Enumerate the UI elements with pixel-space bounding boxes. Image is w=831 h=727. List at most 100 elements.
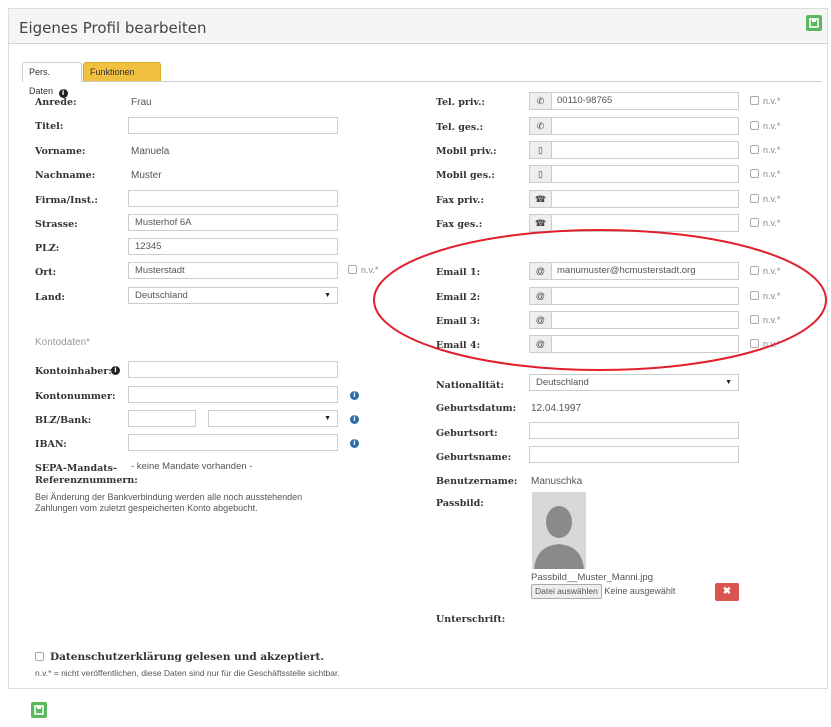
tab-pers-daten[interactable]: Pers. Daten i [22, 62, 82, 98]
tab-funktionen[interactable]: Funktionen [83, 62, 161, 82]
nv-label: n.v.* [763, 194, 781, 204]
privacy-label: Datenschutzerklärung gelesen und akzepti… [50, 651, 324, 663]
fax-priv-value [552, 191, 738, 207]
plz-label: PLZ: [35, 243, 60, 254]
floppy-icon [34, 705, 44, 715]
info-icon[interactable]: i [350, 391, 359, 400]
mobil-ges-label: Mobil ges.: [436, 170, 495, 181]
titel-label: Titel: [35, 121, 64, 132]
mobile-icon: ▯ [530, 142, 552, 158]
blz-label: BLZ/Bank: [35, 415, 92, 426]
phone-icon: ✆ [530, 93, 552, 109]
phone-icon: ✆ [530, 118, 552, 134]
tab-divider [22, 81, 822, 82]
strasse-label: Strasse: [35, 219, 78, 230]
plz-input[interactable]: 12345 [128, 238, 338, 255]
titel-input[interactable] [128, 117, 338, 134]
info-icon[interactable]: i [350, 415, 359, 424]
land-select-value: Deutschland [135, 290, 188, 301]
privacy-checkbox[interactable] [35, 652, 44, 661]
iban-input[interactable] [128, 434, 338, 451]
anrede-value: Frau [131, 97, 152, 108]
strasse-input[interactable]: Musterhof 6A [128, 214, 338, 231]
ort-input[interactable]: Musterstadt [128, 262, 338, 279]
annotation-ellipse [373, 229, 827, 371]
blz-input[interactable] [128, 410, 196, 427]
floppy-icon [809, 18, 819, 28]
vorname-label: Vorname: [35, 146, 86, 157]
nachname-label: Nachname: [35, 170, 96, 181]
nv-label: n.v.* [763, 96, 781, 106]
mobil-priv-value [552, 142, 738, 158]
sepa-label-line1: SEPA-Mandats- [35, 463, 117, 474]
info-icon: i [58, 89, 68, 98]
geburtsort-label: Geburtsort: [436, 428, 498, 439]
passbild-filename: Passbild__Muster_Manni.jpg [531, 572, 653, 583]
konto-note-line2: Zahlungen vom zuletzt gespeicherten Kont… [35, 503, 258, 513]
nationalitaet-select[interactable]: Deutschland [529, 374, 739, 391]
passbild-image [532, 492, 586, 569]
sepa-label-line2: Referenznummern: [35, 475, 138, 486]
mobil-ges-nv-checkbox[interactable] [750, 169, 759, 178]
nationalitaet-value: Deutschland [536, 377, 589, 388]
mobil-priv-input[interactable]: ▯ [529, 141, 739, 159]
fax-priv-nv-checkbox[interactable] [750, 194, 759, 203]
mobil-priv-nv-checkbox[interactable] [750, 145, 759, 154]
file-upload: Datei auswählen Keine ausgewählt [531, 584, 711, 599]
geburtsname-label: Geburtsname: [436, 452, 512, 463]
page-title: Eigenes Profil bearbeiten [19, 19, 207, 37]
nv-footnote: n.v.* = nicht veröffentlichen, diese Dat… [35, 668, 340, 678]
bank-select[interactable] [208, 410, 338, 427]
vorname-value: Manuela [131, 146, 170, 157]
tab-label: Pers. Daten [29, 67, 54, 96]
tel-priv-label: Tel. priv.: [436, 97, 485, 108]
fax-icon: ☎ [530, 191, 552, 207]
benutzername-value: Manuschka [531, 476, 583, 487]
firma-input[interactable] [128, 190, 338, 207]
kontoinhaber-input[interactable] [128, 361, 338, 378]
kontonummer-input[interactable] [128, 386, 338, 403]
ort-label: Ort: [35, 267, 57, 278]
close-icon: ✖ [722, 586, 732, 597]
nv-label: n.v.* [763, 121, 781, 131]
mobile-icon: ▯ [530, 166, 552, 182]
mobil-ges-input[interactable]: ▯ [529, 165, 739, 183]
mobil-ges-value [552, 166, 738, 182]
delete-passbild-button[interactable]: ✖ [715, 583, 739, 601]
firma-label: Firma/Inst.: [35, 195, 98, 206]
tel-priv-input[interactable]: ✆ 00110-98765 [529, 92, 739, 110]
save-button-top[interactable] [806, 15, 822, 31]
land-select[interactable]: Deutschland [128, 287, 338, 304]
geburtsdatum-value: 12.04.1997 [531, 403, 582, 414]
nationalitaet-label: Nationalität: [436, 380, 504, 391]
fax-priv-label: Fax priv.: [436, 195, 484, 206]
file-choose-button[interactable]: Datei auswählen [531, 584, 602, 599]
kontonummer-label: Kontonummer: [35, 391, 116, 402]
save-button-bottom[interactable] [31, 702, 47, 718]
mobil-priv-label: Mobil priv.: [436, 146, 497, 157]
geburtsdatum-label: Geburtsdatum: [436, 403, 517, 414]
info-icon[interactable]: i [350, 439, 359, 448]
file-status: Keine ausgewählt [604, 586, 676, 596]
tel-priv-nv-checkbox[interactable] [750, 96, 759, 105]
benutzername-label: Benutzername: [436, 476, 518, 487]
page-header: Eigenes Profil bearbeiten [8, 8, 828, 44]
sepa-value: - keine Mandate vorhanden - [131, 461, 253, 472]
konto-note-line1: Bei Änderung der Bankverbindung werden a… [35, 492, 303, 502]
passbild-label: Passbild: [436, 498, 484, 509]
ort-nv-checkbox[interactable] [348, 265, 357, 274]
tel-ges-value [552, 118, 738, 134]
geburtsname-input[interactable] [529, 446, 739, 463]
avatar-silhouette-icon [532, 492, 586, 569]
nv-label: n.v.* [763, 145, 781, 155]
tel-ges-input[interactable]: ✆ [529, 117, 739, 135]
fax-priv-input[interactable]: ☎ [529, 190, 739, 208]
land-label: Land: [35, 292, 65, 303]
geburtsort-input[interactable] [529, 422, 739, 439]
unterschrift-label: Unterschrift: [436, 614, 506, 625]
nachname-value: Muster [131, 170, 162, 181]
tel-ges-nv-checkbox[interactable] [750, 121, 759, 130]
kontoinhaber-label: Kontoinhaber: [35, 366, 112, 377]
nv-label: n.v.* [763, 169, 781, 179]
tel-ges-label: Tel. ges.: [436, 122, 484, 133]
